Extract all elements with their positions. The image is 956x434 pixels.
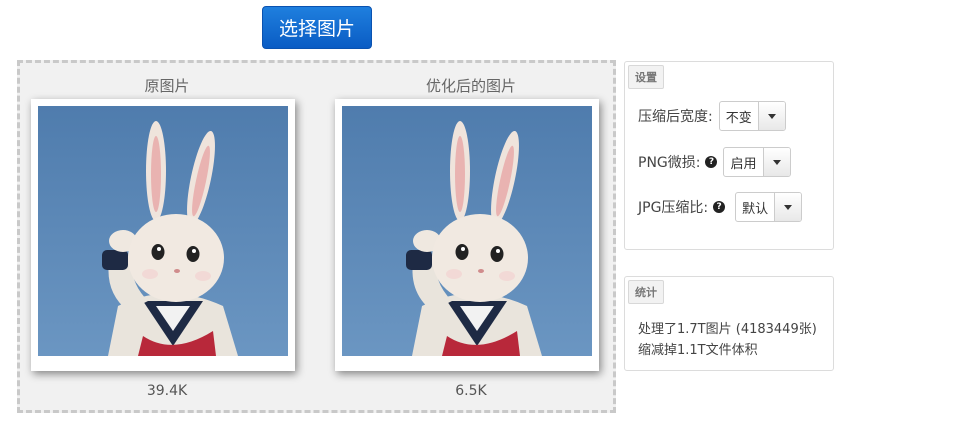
png-select[interactable]: 启用 (723, 147, 791, 177)
original-image (38, 106, 288, 356)
settings-tag: 设置 (628, 65, 664, 89)
stats-panel: 统计 处理了1.7T图片 (4183449张) 缩减掉1.1T文件体积 (624, 276, 834, 371)
settings-panel: 设置 压缩后宽度: 不变 PNG微损: ? 启用 JPG压缩比: ? 默认 (624, 61, 834, 250)
stats-tag: 统计 (628, 280, 664, 304)
png-setting-label: PNG微损: (638, 155, 701, 171)
help-icon[interactable]: ? (705, 156, 718, 168)
select-image-button[interactable]: 选择图片 (262, 6, 372, 49)
optimized-image-frame (335, 99, 599, 371)
original-image-frame (31, 99, 295, 371)
png-setting-row: PNG微损: ? 启用 (638, 147, 791, 177)
width-select-value: 不变 (720, 102, 759, 130)
jpg-select[interactable]: 默认 (735, 192, 803, 222)
png-select-value: 启用 (724, 148, 764, 176)
original-image-title: 原图片 (144, 77, 190, 95)
optimized-image-title: 优化后的图片 (425, 77, 516, 95)
caret-down-icon (758, 102, 785, 130)
caret-down-icon (775, 193, 802, 221)
jpg-setting-label: JPG压缩比: (638, 200, 709, 216)
stats-reduced-text: 缩减掉1.1T文件体积 (638, 343, 758, 358)
optimized-image-size: 6.5K (455, 383, 487, 399)
jpg-setting-row: JPG压缩比: ? 默认 (638, 192, 803, 222)
optimized-image (342, 106, 592, 356)
image-compare-area: 原图片 39.4K 优化后的图片 6.5K (17, 60, 616, 413)
original-image-size: 39.4K (146, 383, 188, 399)
width-setting-row: 压缩后宽度: 不变 (638, 101, 786, 131)
width-setting-label: 压缩后宽度: (638, 109, 713, 125)
width-select[interactable]: 不变 (718, 101, 786, 131)
help-icon[interactable]: ? (713, 201, 726, 213)
caret-down-icon (763, 148, 790, 176)
stats-processed-text: 处理了1.7T图片 (4183449张) (638, 322, 817, 337)
jpg-select-value: 默认 (736, 193, 776, 221)
